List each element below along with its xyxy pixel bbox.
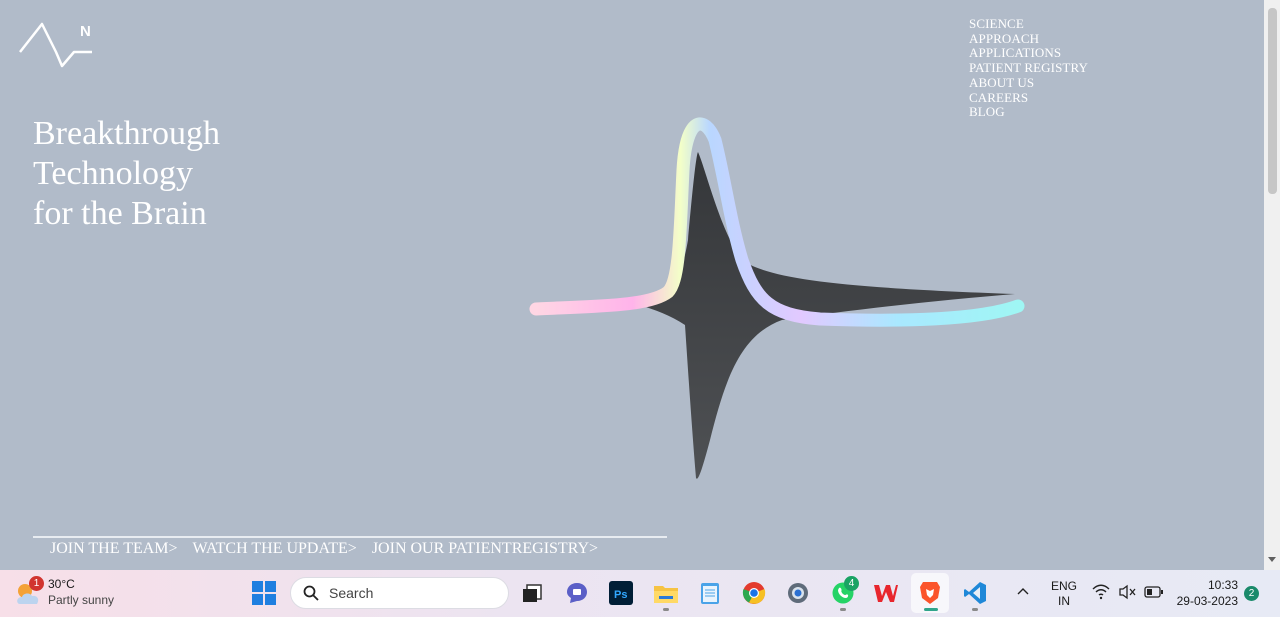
notification-badge[interactable]: 2 xyxy=(1244,586,1259,601)
nav-science[interactable]: SCIENCE xyxy=(969,16,1088,32)
logo-letter: N xyxy=(80,23,91,40)
brave-browser-icon[interactable] xyxy=(911,573,949,613)
settings-icon[interactable] xyxy=(784,579,812,607)
taskbar: 1 30°C Partly sunny Search Ps 4 ENG IN 1… xyxy=(0,570,1280,617)
windows-start-icon[interactable] xyxy=(252,581,276,605)
vscode-icon[interactable] xyxy=(961,579,989,607)
task-view-icon[interactable] xyxy=(518,579,546,607)
scroll-down-arrow-icon[interactable] xyxy=(1268,557,1276,562)
neural-spike-graphic xyxy=(529,117,1025,479)
language-indicator[interactable]: ENG IN xyxy=(1050,579,1078,609)
neuralink-logo[interactable]: N xyxy=(18,20,94,70)
clock-time: 10:33 xyxy=(1207,578,1238,592)
nav-careers[interactable]: CAREERS xyxy=(969,90,1088,106)
partly-sunny-icon: 1 xyxy=(14,576,44,608)
chevron-up-icon[interactable] xyxy=(1017,586,1029,598)
search-icon xyxy=(303,585,319,601)
brave-active-indicator xyxy=(924,608,938,611)
weather-condition: Partly sunny xyxy=(48,593,115,607)
weather-widget[interactable]: 1 30°C Partly sunny xyxy=(14,576,114,608)
svg-text:Ps: Ps xyxy=(614,589,627,601)
hero-line-3: for the Brain xyxy=(33,195,207,232)
clock-date: 29-03-2023 xyxy=(1176,594,1238,608)
vscode-running xyxy=(972,608,978,611)
nav-patient-registry[interactable]: PATIENT REGISTRY xyxy=(969,60,1088,76)
join-team-link[interactable]: JOIN THE TEAM> xyxy=(50,539,178,559)
watch-update-link[interactable]: WATCH THE UPDATE> xyxy=(193,539,357,559)
vertical-scrollbar[interactable] xyxy=(1264,0,1280,570)
weather-temp: 30°C xyxy=(48,577,75,591)
weather-badge: 1 xyxy=(29,576,44,591)
wifi-icon[interactable] xyxy=(1092,584,1110,600)
nav-approach[interactable]: APPROACH xyxy=(969,31,1088,47)
chrome-icon[interactable] xyxy=(740,579,768,607)
scroll-thumb[interactable] xyxy=(1268,8,1277,194)
lang-top: ENG xyxy=(1050,579,1077,593)
teams-chat-icon[interactable] xyxy=(563,579,591,607)
battery-icon[interactable] xyxy=(1144,584,1164,600)
nav-about-us[interactable]: ABOUT US xyxy=(969,75,1088,91)
hero-line-1: Breakthrough xyxy=(33,115,220,152)
hero-line-2: Technology xyxy=(33,155,194,192)
whatsapp-running xyxy=(840,608,846,611)
patient-registry-link[interactable]: JOIN OUR PATIENTREGISTRY> xyxy=(372,539,598,559)
cta-links: JOIN THE TEAM> WATCH THE UPDATE> JOIN OU… xyxy=(50,539,598,559)
volume-muted-icon[interactable] xyxy=(1118,584,1136,600)
web-page: N SCIENCE APPROACH APPLICATIONS PATIENT … xyxy=(0,0,1264,570)
cta-divider xyxy=(33,536,667,538)
notepad-icon[interactable] xyxy=(696,579,724,607)
main-nav: SCIENCE APPROACH APPLICATIONS PATIENT RE… xyxy=(969,16,1088,120)
photoshop-icon[interactable]: Ps xyxy=(607,579,635,607)
lang-bottom: IN xyxy=(1058,594,1070,608)
wps-office-icon[interactable] xyxy=(872,579,900,607)
nav-applications[interactable]: APPLICATIONS xyxy=(969,46,1088,61)
file-explorer-icon[interactable] xyxy=(652,579,680,607)
file-explorer-running xyxy=(663,608,669,611)
search-placeholder: Search xyxy=(329,585,374,601)
taskbar-search[interactable]: Search xyxy=(290,577,509,609)
clock[interactable]: 10:33 29-03-2023 xyxy=(1170,577,1238,609)
whatsapp-badge: 4 xyxy=(844,576,859,591)
system-tray-icons[interactable] xyxy=(1092,584,1164,600)
hero-heading: Breakthrough Technology for the Brain xyxy=(33,114,220,234)
